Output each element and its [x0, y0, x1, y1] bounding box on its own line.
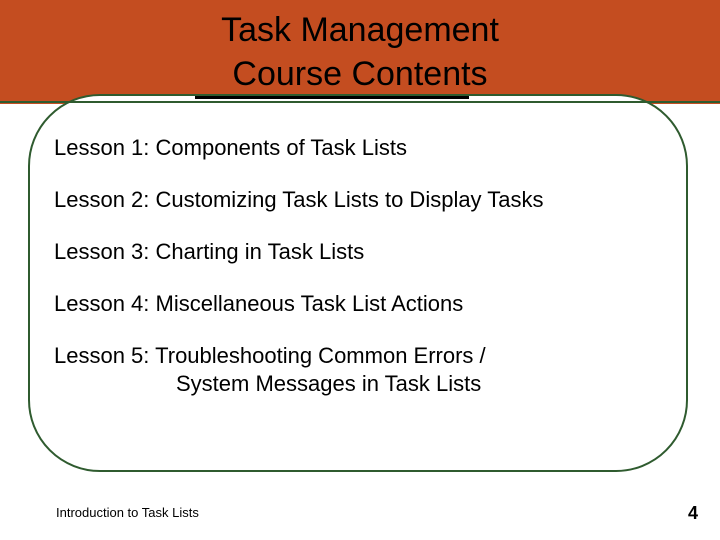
list-item: Lesson 4: Miscellaneous Task List Action…	[54, 290, 674, 318]
lesson-list: Lesson 1: Components of Task Lists Lesso…	[54, 134, 674, 398]
title-line-1: Task Management	[221, 11, 499, 49]
page-number: 4	[688, 503, 698, 524]
title-underline	[195, 96, 469, 99]
lesson-5-line-2: System Messages in Task Lists	[54, 370, 674, 398]
list-item: Lesson 3: Charting in Task Lists	[54, 238, 674, 266]
title-line-2: Course Contents	[232, 55, 487, 93]
footer-text: Introduction to Task Lists	[56, 505, 199, 520]
slide-title: Task Management Course Contents	[0, 8, 720, 96]
list-item: Lesson 2: Customizing Task Lists to Disp…	[54, 186, 674, 214]
title-bar: Task Management Course Contents	[0, 0, 720, 104]
list-item: Lesson 5: Troubleshooting Common Errors …	[54, 342, 674, 398]
horizontal-rule	[0, 101, 720, 103]
slide: Task Management Course Contents Lesson 1…	[0, 0, 720, 540]
list-item: Lesson 1: Components of Task Lists	[54, 134, 674, 162]
lesson-5-line-1: Lesson 5: Troubleshooting Common Errors …	[54, 342, 674, 370]
